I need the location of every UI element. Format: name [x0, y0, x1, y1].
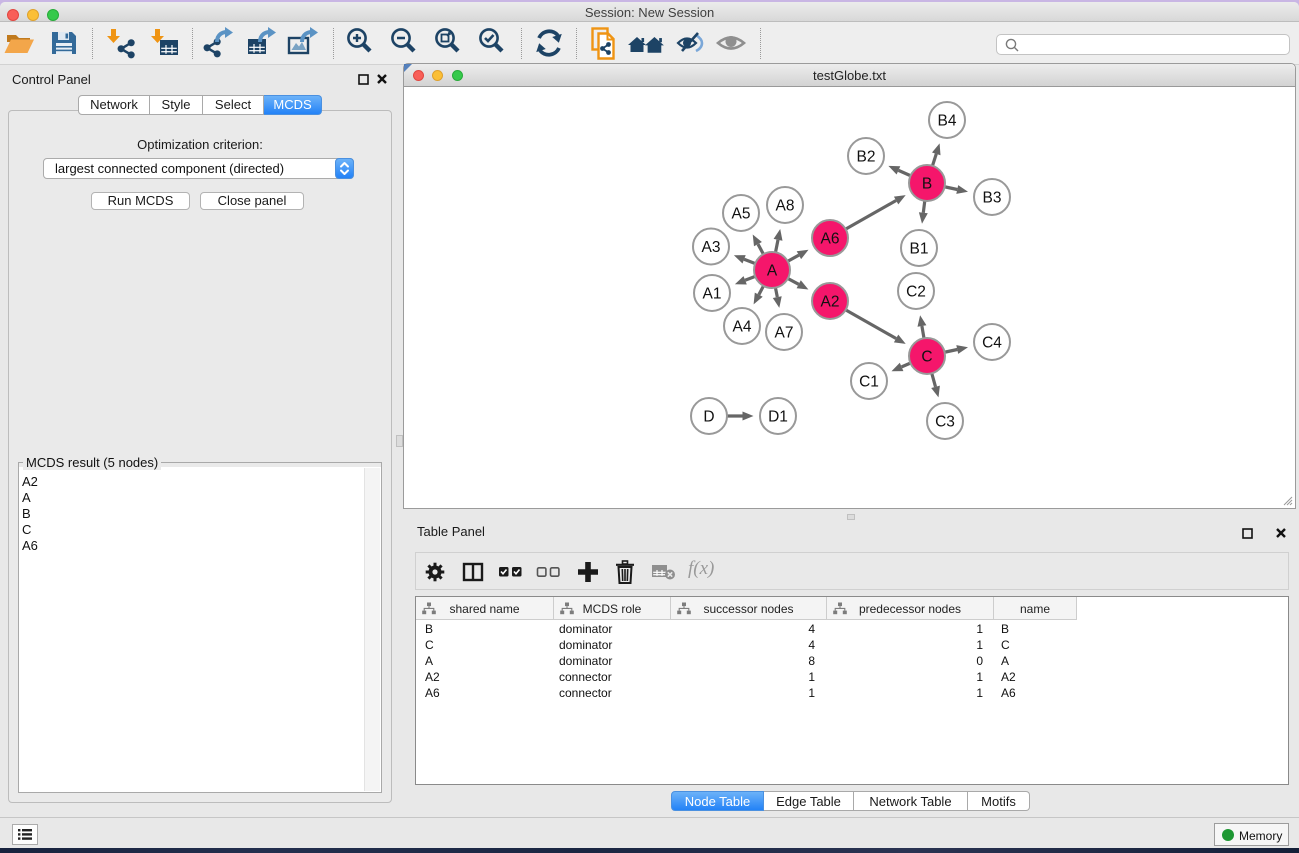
svg-text:B: B [922, 176, 932, 193]
svg-text:A2: A2 [821, 294, 840, 311]
svg-text:C4: C4 [982, 335, 1002, 352]
svg-text:C: C [921, 349, 932, 366]
svg-text:B2: B2 [857, 149, 876, 166]
svg-text:C1: C1 [859, 374, 879, 391]
svg-text:C2: C2 [906, 284, 926, 301]
svg-text:A1: A1 [703, 286, 722, 303]
svg-text:B3: B3 [983, 190, 1002, 207]
svg-text:A: A [767, 263, 778, 280]
svg-text:B4: B4 [938, 113, 957, 130]
svg-text:B1: B1 [910, 241, 929, 258]
svg-text:C3: C3 [935, 414, 955, 431]
svg-text:A7: A7 [775, 325, 794, 342]
svg-text:A5: A5 [732, 206, 751, 223]
svg-text:A8: A8 [776, 198, 795, 215]
svg-text:D1: D1 [768, 409, 788, 426]
svg-text:A3: A3 [702, 239, 721, 256]
svg-text:A6: A6 [821, 231, 840, 248]
svg-text:D: D [703, 409, 714, 426]
svg-text:A4: A4 [733, 319, 752, 336]
